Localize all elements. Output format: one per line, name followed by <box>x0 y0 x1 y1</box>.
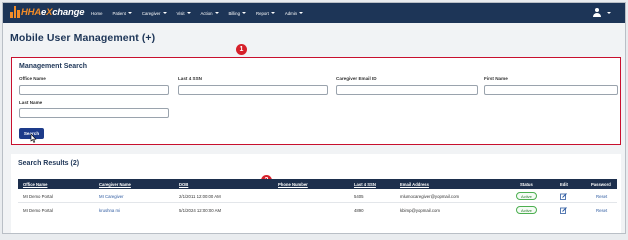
column-header-password: Password <box>591 182 611 187</box>
chevron-down-icon <box>214 12 219 14</box>
cell-caregiver-name-link[interactable]: MI Caregiver <box>99 194 124 199</box>
status-badge: Active <box>516 206 537 214</box>
menu-item-patient[interactable]: Patient <box>112 11 132 16</box>
cell-office-name: MI Demo Portal <box>23 208 53 213</box>
last-4-ssn-input[interactable] <box>178 85 328 95</box>
menu-item-report[interactable]: Report <box>256 11 275 16</box>
logo-mark-icon <box>10 6 20 18</box>
column-header-dob[interactable]: DOB <box>179 182 188 187</box>
results-title: Search Results (2) <box>18 160 80 167</box>
menu-item-admin[interactable]: Admin <box>285 11 304 16</box>
menu-item-billing[interactable]: Billing <box>229 11 246 16</box>
page-title: Mobile User Management (+) <box>10 32 156 44</box>
cursor-icon <box>30 134 37 143</box>
column-header-office-name[interactable]: Office Name <box>23 182 47 187</box>
edit-icon[interactable] <box>560 207 567 214</box>
chevron-down-icon <box>186 12 191 14</box>
first-name-label: First Name <box>484 76 508 81</box>
column-header-status: Status <box>520 182 533 187</box>
chevron-down-icon <box>127 12 132 14</box>
main-menu: Home Patient Caregiver Visit Action Bill… <box>91 3 313 23</box>
reset-password-link[interactable]: Reset <box>596 208 607 213</box>
cell-last-4-ssn: 4890 <box>354 208 364 213</box>
app-window: HHAeXchange Home Patient Caregiver Visit… <box>2 2 626 234</box>
top-nav: HHAeXchange Home Patient Caregiver Visit… <box>3 3 625 23</box>
cell-email-address: kbimp@yopmail.com <box>400 208 440 213</box>
search-panel-title: Management Search <box>19 63 88 70</box>
chevron-down-icon <box>241 12 246 14</box>
user-menu[interactable] <box>593 8 611 17</box>
chevron-down-icon <box>162 12 167 14</box>
management-search-panel: Management Search Office Name Last 4 SSN… <box>11 57 621 145</box>
hhaexchange-logo[interactable]: HHAeXchange <box>10 6 84 18</box>
cell-office-name: MI Demo Portal <box>23 194 53 199</box>
results-table-header: Office Name Caregiver Name DOB Phone Num… <box>18 179 617 189</box>
search-results-panel: Search Results (2) 2 Office Name Caregiv… <box>11 154 621 233</box>
table-row: MI Demo Portal krushna mi 5/1/2024 12:00… <box>18 204 617 217</box>
column-header-edit: Edit <box>560 182 568 187</box>
callout-badge-1: 1 <box>236 44 247 55</box>
cell-caregiver-name-link[interactable]: krushna mi <box>99 208 120 213</box>
edit-icon[interactable] <box>560 193 567 200</box>
reset-password-link[interactable]: Reset <box>596 194 607 199</box>
menu-item-caregiver[interactable]: Caregiver <box>142 11 167 16</box>
menu-item-home[interactable]: Home <box>91 11 102 16</box>
last-4-ssn-label: Last 4 SSN <box>178 76 202 81</box>
first-name-input[interactable] <box>484 85 618 95</box>
column-header-email-address[interactable]: Email Address <box>400 182 429 187</box>
caregiver-email-input[interactable] <box>336 85 478 95</box>
cell-email-address: mlumocaregiver@yopmail.com <box>400 194 460 199</box>
table-row: MI Demo Portal MI Caregiver 2/1/2011 12:… <box>18 190 617 203</box>
cell-dob: 5/1/2024 12:00:00 AM <box>179 208 222 213</box>
status-badge: Active <box>516 192 537 200</box>
cell-last-4-ssn: 5405 <box>354 194 364 199</box>
column-header-caregiver-name[interactable]: Caregiver Name <box>99 182 131 187</box>
caregiver-email-label: Caregiver Email ID <box>336 76 377 81</box>
menu-item-visit[interactable]: Visit <box>177 11 191 16</box>
column-header-last-4-ssn[interactable]: Last 4 SSN <box>354 182 376 187</box>
office-name-input[interactable] <box>19 85 169 95</box>
chevron-down-icon <box>607 11 611 14</box>
logo-text: HHAeXchange <box>21 6 85 18</box>
user-icon <box>593 8 601 17</box>
office-name-label: Office Name <box>19 76 46 81</box>
menu-item-action[interactable]: Action <box>201 11 219 16</box>
chevron-down-icon <box>299 12 304 14</box>
column-header-phone-number[interactable]: Phone Number <box>278 182 308 187</box>
chevron-down-icon <box>270 12 275 14</box>
last-name-input[interactable] <box>19 108 169 118</box>
cell-dob: 2/1/2011 12:00:00 AM <box>179 194 221 199</box>
last-name-label: Last Name <box>19 100 43 105</box>
